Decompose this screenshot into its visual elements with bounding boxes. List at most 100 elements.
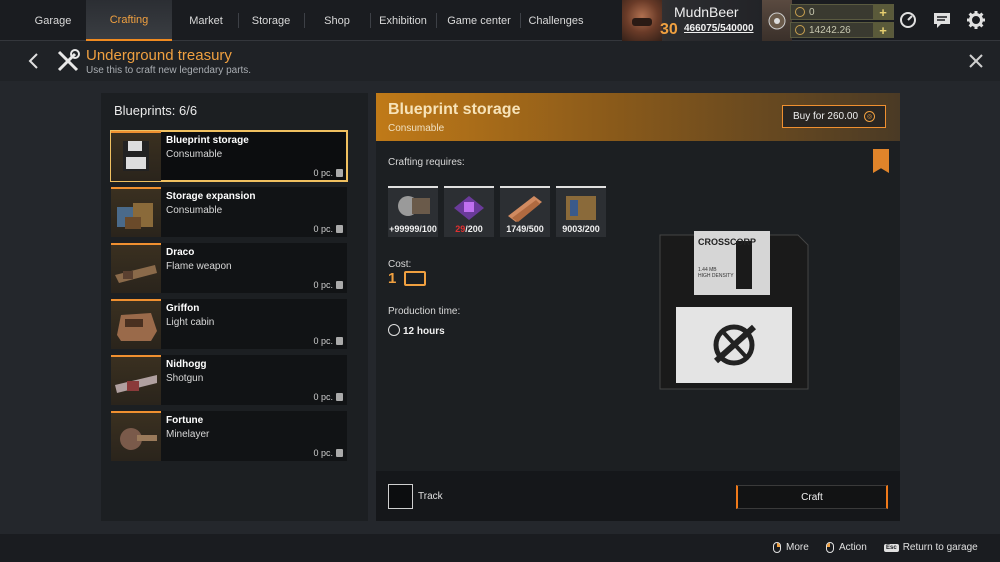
add-coins-button[interactable]: +: [873, 22, 893, 38]
gear-icon[interactable]: [966, 10, 986, 30]
add-gold-button[interactable]: +: [873, 4, 893, 20]
material-count: +99999/100: [389, 224, 437, 234]
tab-game-center[interactable]: Game center: [438, 0, 520, 41]
pieces-icon: [336, 225, 343, 233]
pieces-icon: [336, 337, 343, 345]
material-count: 29/200: [455, 224, 483, 234]
floppy-brand: CROSSCORP: [698, 237, 756, 247]
more-hint[interactable]: More: [773, 542, 809, 553]
flame-weapon-thumb-icon: [111, 243, 161, 293]
material-count: 9003/200: [562, 224, 600, 234]
tab-garage[interactable]: Garage: [20, 0, 86, 41]
material-slot-electronics[interactable]: 29/200: [444, 186, 494, 237]
tab-storage[interactable]: Storage: [240, 0, 302, 41]
blueprint-item-storage-expansion[interactable]: Storage expansion Consumable 0 pc.: [111, 187, 347, 237]
clock-icon: [388, 324, 400, 336]
container-icon: [566, 196, 596, 220]
tab-crafting[interactable]: Crafting: [86, 0, 172, 41]
player-avatar: [622, 0, 662, 41]
blueprints-count: Blueprints: 6/6: [114, 103, 198, 118]
material-slot-containers[interactable]: 9003/200: [556, 186, 606, 237]
blueprint-type: Flame weapon: [166, 261, 232, 272]
pieces-icon: [336, 281, 343, 289]
tab-exhibition[interactable]: Exhibition: [372, 0, 434, 41]
action-label: Action: [839, 542, 867, 553]
shotgun-thumb-icon: [111, 355, 161, 405]
floppy-spec2: HIGH DENSITY: [698, 273, 734, 279]
track-checkbox[interactable]: [388, 484, 413, 509]
buy-button-label: Buy for 260.00: [792, 111, 859, 122]
blueprint-item-draco[interactable]: Draco Flame weapon 0 pc.: [111, 243, 347, 293]
material-slot-parts[interactable]: +99999/100: [388, 186, 438, 237]
floppy-disk-image: CROSSCORP 1.44 MB HIGH DENSITY: [658, 231, 810, 391]
blueprint-item-griffon[interactable]: Griffon Light cabin 0 pc.: [111, 299, 347, 349]
player-name: MudnBeer: [674, 4, 739, 20]
pieces-icon: [336, 393, 343, 401]
pieces-icon: [336, 169, 343, 177]
tab-shop[interactable]: Shop: [306, 0, 368, 41]
player-level: 30: [660, 21, 678, 38]
material-slot-copper[interactable]: 1749/500: [500, 186, 550, 237]
floppy-disk-thumb-icon: [111, 131, 161, 181]
wrench-screwdriver-icon: [55, 48, 81, 74]
back-arrow-icon[interactable]: [26, 51, 42, 71]
blueprint-quantity: 0 pc.: [313, 280, 333, 290]
buy-button[interactable]: Buy for 260.00 ◎: [782, 105, 886, 128]
electronics-icon: [454, 196, 484, 220]
blueprint-name: Griffon: [166, 303, 200, 314]
blueprint-item-nidhogg[interactable]: Nidhogg Shotgun 0 pc.: [111, 355, 347, 405]
blueprint-currency-icon: [404, 271, 426, 286]
return-to-garage-hint[interactable]: Esc Return to garage: [884, 542, 978, 553]
action-hint[interactable]: Action: [826, 542, 867, 553]
detail-title: Blueprint storage: [388, 101, 521, 118]
esc-key-icon: Esc: [884, 543, 899, 552]
chat-icon[interactable]: [932, 10, 952, 30]
craft-button[interactable]: Craft: [736, 485, 888, 509]
blueprint-type: Consumable: [166, 149, 223, 160]
minelayer-thumb-icon: [111, 411, 161, 461]
blueprint-type: Minelayer: [166, 429, 210, 440]
mouse-right-click-icon: [773, 542, 781, 553]
gold-icon: [795, 7, 805, 17]
bottom-hint-bar: More Action Esc Return to garage: [0, 534, 1000, 562]
blueprint-name: Draco: [166, 247, 195, 258]
player-card[interactable]: MudnBeer 30 466075/540000: [622, 0, 762, 41]
detail-header: Blueprint storage Consumable Buy for 260…: [376, 93, 900, 141]
tab-market[interactable]: Market: [176, 0, 236, 41]
cost-value: 1: [388, 270, 397, 287]
blueprint-name: Blueprint storage: [166, 135, 249, 146]
production-time-value: 12 hours: [403, 326, 445, 337]
blueprint-name: Nidhogg: [166, 359, 207, 370]
track-label: Track: [418, 491, 443, 502]
close-icon[interactable]: [968, 53, 984, 69]
page-subtitle: Use this to craft new legendary parts.: [86, 65, 252, 76]
faction-badge-icon[interactable]: [762, 0, 792, 41]
speedometer-icon[interactable]: [898, 10, 918, 30]
gold-currency: 0 +: [790, 4, 894, 20]
cost-label: Cost:: [388, 259, 412, 270]
more-label: More: [786, 542, 809, 553]
blueprint-detail-panel: Blueprint storage Consumable Buy for 260…: [376, 93, 900, 521]
cabin-thumb-icon: [111, 299, 161, 349]
material-count: 1749/500: [506, 224, 544, 234]
blueprint-quantity: 0 pc.: [313, 336, 333, 346]
coin-icon: ◎: [864, 111, 876, 122]
blueprint-type: Shotgun: [166, 373, 204, 384]
copper-icon: [508, 196, 542, 222]
bookmark-icon[interactable]: [873, 149, 889, 173]
blueprint-item-blueprint-storage[interactable]: Blueprint storage Consumable 0 pc.: [110, 130, 348, 182]
crafting-requires-label: Crafting requires:: [388, 157, 465, 168]
page-title: Underground treasury: [86, 47, 232, 64]
detail-subtitle: Consumable: [388, 123, 445, 134]
blueprint-quantity: 0 pc.: [313, 224, 333, 234]
return-label: Return to garage: [902, 542, 978, 553]
blueprint-item-fortune[interactable]: Fortune Minelayer 0 pc.: [111, 411, 347, 461]
player-xp: 466075/540000: [684, 23, 754, 34]
gold-amount: 0: [809, 6, 815, 18]
nav-divider: [370, 13, 371, 28]
tab-challenges[interactable]: Challenges: [522, 0, 590, 41]
blueprint-quantity: 0 pc.: [313, 448, 333, 458]
nav-divider: [304, 13, 305, 28]
coins-amount: 14242.26: [809, 24, 851, 36]
blueprint-quantity: 0 pc.: [313, 168, 333, 178]
